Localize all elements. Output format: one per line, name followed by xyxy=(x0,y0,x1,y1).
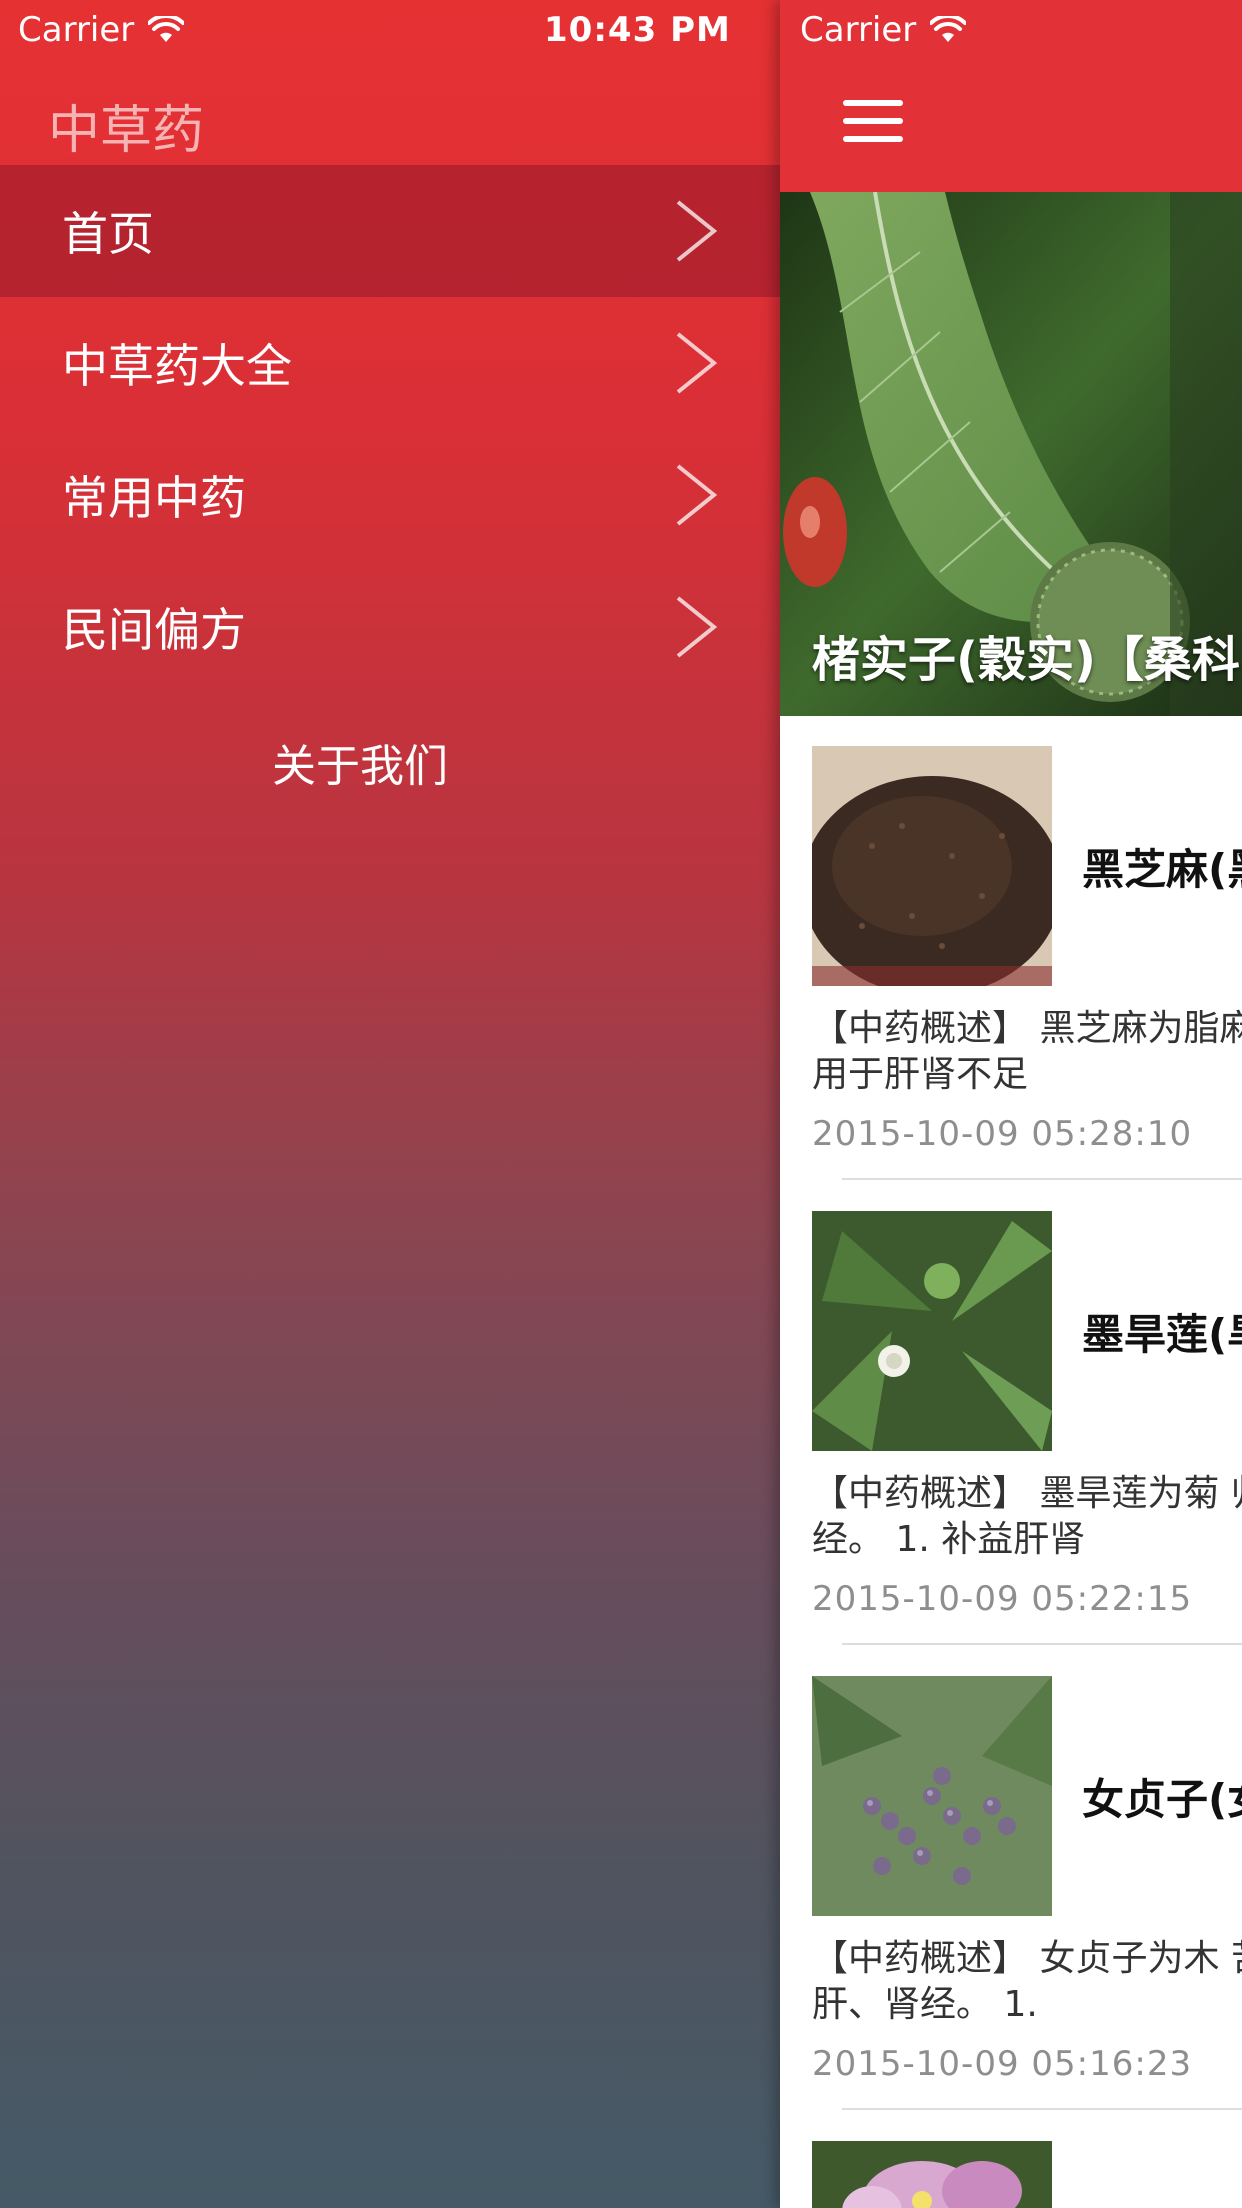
list-item[interactable]: 黑芝麻(黑 【中药概述】 黑芝麻为脂麻 肾经。 1. 用于肝肾不足 2015-1… xyxy=(780,716,1242,1181)
menu-item-label: 首页 xyxy=(62,207,154,261)
chevron-right-icon xyxy=(676,464,718,526)
article-date: 2015-10-09 05:16:23 xyxy=(812,2044,1193,2084)
menu-item-label: 民间偏方 xyxy=(62,603,246,657)
article-summary: 【中药概述】 墨旱莲为菊 归肝、肾经。 1. 补益肝肾 xyxy=(812,1473,1242,1560)
menu-item-label: 常用中药 xyxy=(62,471,246,525)
chevron-right-icon xyxy=(676,596,718,658)
article-date: 2015-10-09 05:22:15 xyxy=(812,1579,1193,1619)
menu-item-herb-encyclopedia[interactable]: 中草药大全 xyxy=(0,297,780,429)
list-item[interactable]: 女贞子(女 【中药概述】 女贞子为木 苦，凉。归肝、肾经。 1. 2015-10… xyxy=(780,1646,1242,2111)
chevron-right-icon xyxy=(676,332,718,394)
wifi-icon xyxy=(148,16,185,42)
menu-item-home[interactable]: 首页 xyxy=(0,165,780,297)
side-drawer: Carrier 10:43 PM 中草药 首页 中草药大全 常用中药 民间偏方 … xyxy=(0,0,780,2208)
article-summary: 【中药概述】 黑芝麻为脂麻 肾经。 1. 用于肝肾不足 xyxy=(812,1008,1242,1095)
carrier-label: Carrier xyxy=(800,10,917,50)
article-date: 2015-10-09 05:28:10 xyxy=(812,1114,1193,1154)
carrier-label: Carrier xyxy=(18,10,135,50)
carrier-indicator: Carrier xyxy=(18,10,185,50)
article-list: 黑芝麻(黑 【中药概述】 黑芝麻为脂麻 肾经。 1. 用于肝肾不足 2015-1… xyxy=(780,716,1242,2208)
status-time: 10:43 PM xyxy=(544,10,731,50)
article-thumbnail xyxy=(812,2141,1052,2208)
article-thumbnail xyxy=(812,746,1052,986)
hamburger-menu-icon[interactable] xyxy=(843,100,903,150)
list-item[interactable]: 墨旱莲(旱 【中药概述】 墨旱莲为菊 归肝、肾经。 1. 补益肝肾 2015-1… xyxy=(780,1181,1242,1646)
list-item[interactable] xyxy=(780,2111,1242,2208)
banner-caption: 楮实子(穀实)【桑科 xyxy=(812,632,1240,688)
about-us-link[interactable]: 关于我们 xyxy=(0,730,720,794)
carrier-indicator: Carrier xyxy=(800,10,967,50)
article-thumbnail xyxy=(812,1211,1052,1451)
status-bar: Carrier 10:43 PM xyxy=(0,0,780,60)
drawer-menu: 首页 中草药大全 常用中药 民间偏方 xyxy=(0,165,780,693)
divider xyxy=(842,1178,1242,1180)
wifi-icon xyxy=(930,16,967,42)
main-panel: Carrier 楮实子(穀实)【桑科 黑芝麻(【中药概述】 黑芝麻为脂麻 用于… xyxy=(780,0,1242,2208)
article-thumbnail xyxy=(812,1676,1052,1916)
divider xyxy=(842,2108,1242,2110)
chevron-right-icon xyxy=(676,200,718,262)
drawer-app-title: 中草药 xyxy=(48,101,205,161)
article-title: 女贞子(女 xyxy=(1082,1775,1242,1824)
menu-item-common-medicine[interactable]: 常用中药 xyxy=(0,429,780,561)
featured-banner[interactable]: 楮实子(穀实)【桑科 xyxy=(780,192,1242,716)
article-title: 墨旱莲(旱 xyxy=(1082,1310,1242,1359)
menu-item-label: 中草药大全 xyxy=(62,339,292,393)
nav-header: Carrier xyxy=(780,0,1242,192)
menu-item-folk-remedies[interactable]: 民间偏方 xyxy=(0,561,780,693)
article-summary: 【中药概述】 女贞子为木 苦，凉。归肝、肾经。 1. xyxy=(812,1938,1242,2025)
app-screen: Carrier 10:43 PM 中草药 首页 中草药大全 常用中药 民间偏方 … xyxy=(0,0,1242,2208)
article-title: 黑芝麻(黑 xyxy=(1082,845,1242,894)
divider xyxy=(842,1643,1242,1645)
